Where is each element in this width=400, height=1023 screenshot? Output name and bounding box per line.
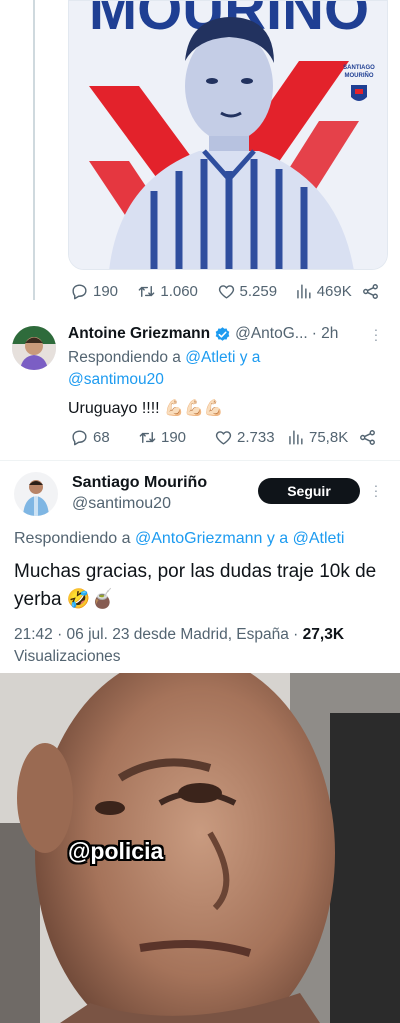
tweet-timestamp[interactable]: 21:42 · 06 jul. 23 desde Madrid, España … [14,626,303,643]
heart-icon [218,285,234,299]
replying-prefix: Respondiendo a [68,349,186,366]
follow-button[interactable]: Seguir [258,478,360,504]
griezmann-avatar[interactable] [12,326,56,370]
share-icon [360,430,375,445]
retweet-count: 190 [161,429,187,446]
retweet-count: 1.060 [160,283,198,300]
retweet-button[interactable]: 190 [138,428,210,447]
main-author-name[interactable]: Santiago Mouriño [72,474,207,492]
mention-links[interactable]: @AntoGriezmann y a @Atleti [135,530,344,547]
more-options-icon[interactable]: · · · [373,478,379,502]
divider [0,460,400,461]
share-icon [363,284,378,299]
poster-brand-line2: MOURIÑO [345,72,374,79]
views-icon [296,284,311,299]
like-button[interactable]: 2.733 [214,428,286,447]
reply-tweet-actions: 68 190 2.733 75,8K [70,428,380,447]
retweet-icon [139,432,156,443]
reply-icon [72,430,87,446]
retweet-button[interactable]: 1.060 [137,282,216,301]
views-button[interactable]: 469K [294,282,359,301]
like-count: 5.259 [239,283,278,300]
reply-author-row: Antoine Griezmann @AntoG... · 2h [68,325,338,343]
views-count: 75,8K [309,429,349,446]
retweet-icon [139,286,155,297]
meme-image [0,673,400,1023]
verified-badge-icon [215,326,230,341]
like-count: 2.733 [237,429,275,446]
views-count: 469K [316,283,352,300]
views-total: 27,3K [302,626,345,643]
reply-tweet-text: Uruguayo !!!! 💪🏻💪🏻💪🏻 [68,400,224,417]
reply-author-name[interactable]: Antoine Griezmann [68,325,210,343]
santiago-avatar[interactable] [14,472,58,516]
tweet-media-image[interactable]: MOURIÑO SANTIAGO MOURIÑO [68,0,388,270]
mention-link-santimou[interactable]: @santimou20 [68,371,164,388]
views-icon [289,430,303,445]
tweet-meta: 21:42 · 06 jul. 23 desde Madrid, España … [14,624,394,668]
main-author-handle[interactable]: @santimou20 [72,495,171,513]
reply-author-handle[interactable]: @AntoG... [235,325,308,343]
main-tweet-text: Muchas gracias, por las dudas traje 10k … [14,561,377,610]
reply-button[interactable]: 68 [70,428,140,447]
reply-icon [72,284,87,300]
heart-icon [215,431,232,445]
more-options-icon[interactable]: · · · [373,322,379,346]
main-reply-context: Respondiendo a @AntoGriezmann y a @Atlet… [14,528,394,550]
share-button[interactable] [361,282,380,301]
thread-line [33,0,35,300]
views-label: Visualizaciones [14,648,121,665]
reply-context: Respondiendo a @Atleti y a @santimou20 [68,347,388,391]
first-tweet-actions: 190 1.060 5.259 469K [70,282,380,301]
main-author-block: Santiago Mouriño @santimou20 [72,474,207,513]
like-button[interactable]: 5.259 [217,282,294,301]
meme-caption: @policia [68,838,164,864]
share-button[interactable] [358,428,377,447]
mention-link-atleti[interactable]: @Atleti y a [185,349,260,366]
reply-count: 68 [93,429,110,446]
poster-brand-line1: SANTIAGO [343,65,375,71]
reply-button[interactable]: 190 [70,282,129,301]
reply-time[interactable]: · 2h [312,325,339,343]
reply-count: 190 [93,283,119,300]
replying-prefix: Respondiendo a [14,530,135,547]
views-button[interactable]: 75,8K [286,428,358,447]
